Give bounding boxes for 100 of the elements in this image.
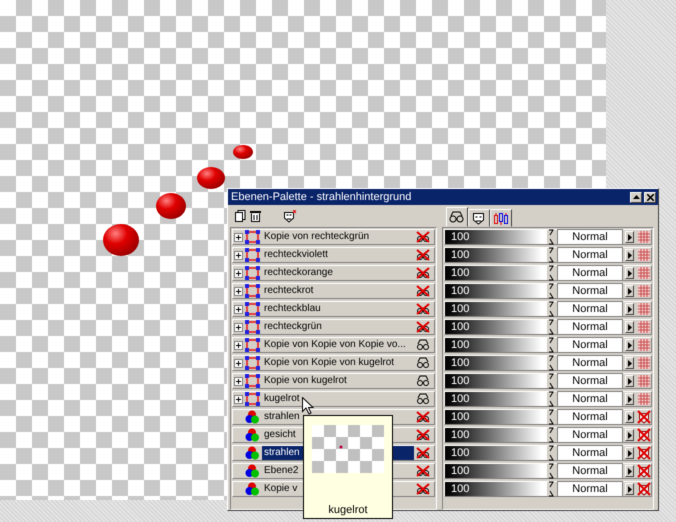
blend-mode-button[interactable] (625, 339, 634, 351)
hidden-icon[interactable] (416, 231, 430, 243)
expand-icon[interactable] (234, 286, 243, 296)
blend-mode-button[interactable] (625, 411, 634, 423)
spinner-icon[interactable] (547, 301, 555, 317)
opacity-slider[interactable]: 100 (445, 356, 547, 370)
blend-mode-field[interactable]: Normal (557, 427, 623, 443)
spinner-icon[interactable] (547, 229, 555, 245)
mask-off-icon[interactable] (637, 410, 651, 424)
expand-icon[interactable] (234, 268, 243, 278)
layer-row[interactable]: rechteckgrün (232, 319, 435, 335)
opacity-slider[interactable]: 100 (445, 266, 547, 280)
spinner-icon[interactable] (547, 409, 555, 425)
hidden-icon[interactable] (416, 321, 430, 333)
hidden-icon[interactable] (416, 411, 430, 423)
blend-mode-field[interactable]: Normal (557, 229, 623, 245)
blend-mode-field[interactable]: Normal (557, 391, 623, 407)
mask-off-icon[interactable] (637, 482, 651, 496)
blend-mode-button[interactable] (625, 285, 634, 297)
blend-mode-button[interactable] (625, 267, 634, 279)
expand-icon[interactable] (234, 250, 243, 260)
opacity-slider[interactable]: 100 (445, 284, 547, 298)
spinner-icon[interactable] (547, 373, 555, 389)
tab[interactable] (490, 209, 512, 227)
close-button[interactable] (644, 192, 656, 202)
hidden-icon[interactable] (416, 249, 430, 261)
opacity-slider[interactable]: 100 (445, 446, 547, 460)
hidden-icon[interactable] (416, 465, 430, 477)
opacity-slider[interactable]: 100 (445, 230, 547, 244)
opacity-slider[interactable]: 100 (445, 464, 547, 478)
spinner-icon[interactable] (547, 247, 555, 263)
blend-mode-button[interactable] (625, 249, 634, 261)
expand-icon[interactable] (234, 340, 243, 350)
opacity-slider[interactable]: 100 (445, 374, 547, 388)
opacity-slider[interactable]: 100 (445, 338, 547, 352)
expand-icon[interactable] (234, 304, 243, 314)
opacity-slider[interactable]: 100 (445, 248, 547, 262)
layer-row[interactable]: Kopie von rechteckgrün (232, 229, 435, 245)
expand-icon[interactable] (234, 322, 243, 332)
blend-mode-field[interactable]: Normal (557, 301, 623, 317)
layer-row[interactable]: rechteckorange (232, 265, 435, 281)
blend-mode-field[interactable]: Normal (557, 283, 623, 299)
blend-mode-field[interactable]: Normal (557, 265, 623, 281)
mask-off-icon[interactable] (637, 446, 651, 460)
blend-mode-button[interactable] (625, 231, 634, 243)
blend-mode-button[interactable] (625, 429, 634, 441)
spinner-icon[interactable] (547, 337, 555, 353)
blend-mode-button[interactable] (625, 447, 634, 459)
hidden-icon[interactable] (416, 267, 430, 279)
tab[interactable] (468, 209, 490, 227)
layer-row[interactable]: kugelrot (232, 391, 435, 407)
hidden-icon[interactable] (416, 483, 430, 495)
blend-mode-field[interactable]: Normal (557, 463, 623, 479)
blend-mode-field[interactable]: Normal (557, 409, 623, 425)
layer-row[interactable]: Kopie von Kopie von Kopie vo... (232, 337, 435, 353)
blend-mode-field[interactable]: Normal (557, 373, 623, 389)
opacity-slider[interactable]: 100 (445, 320, 547, 334)
mask-off-icon[interactable] (637, 464, 651, 478)
blend-mode-button[interactable] (625, 357, 634, 369)
opacity-slider[interactable]: 100 (445, 410, 547, 424)
spinner-icon[interactable] (547, 445, 555, 461)
blend-mode-field[interactable]: Normal (557, 445, 623, 461)
layer-row[interactable]: rechteckblau (232, 301, 435, 317)
layer-row[interactable]: rechteckrot (232, 283, 435, 299)
glasses-icon[interactable] (416, 339, 430, 351)
opacity-slider[interactable]: 100 (445, 392, 547, 406)
glasses-icon[interactable] (416, 393, 430, 405)
glasses-icon[interactable] (416, 357, 430, 369)
expand-icon[interactable] (234, 376, 243, 386)
blend-mode-field[interactable]: Normal (557, 319, 623, 335)
mask-icon[interactable] (283, 210, 297, 222)
collapse-button[interactable] (630, 192, 642, 202)
tab[interactable] (446, 207, 468, 227)
blend-mode-field[interactable]: Normal (557, 481, 623, 497)
spinner-icon[interactable] (547, 265, 555, 281)
spinner-icon[interactable] (547, 391, 555, 407)
hidden-icon[interactable] (416, 447, 430, 459)
blend-mode-field[interactable]: Normal (557, 337, 623, 353)
blend-mode-field[interactable]: Normal (557, 247, 623, 263)
spinner-icon[interactable] (547, 427, 555, 443)
layer-row[interactable]: Kopie von kugelrot (232, 373, 435, 389)
blend-mode-field[interactable]: Normal (557, 355, 623, 371)
opacity-slider[interactable]: 100 (445, 302, 547, 316)
layer-row[interactable]: rechteckviolett (232, 247, 435, 263)
spinner-icon[interactable] (547, 463, 555, 479)
blend-mode-button[interactable] (625, 393, 634, 405)
trash-icon[interactable] (250, 210, 261, 222)
mask-off-icon[interactable] (637, 428, 651, 442)
layer-row[interactable]: Kopie von Kopie von kugelrot (232, 355, 435, 371)
expand-icon[interactable] (234, 394, 243, 404)
spinner-icon[interactable] (547, 481, 555, 497)
blend-mode-button[interactable] (625, 321, 634, 333)
blend-mode-button[interactable] (625, 375, 634, 387)
blend-mode-button[interactable] (625, 483, 634, 495)
spinner-icon[interactable] (547, 319, 555, 335)
expand-icon[interactable] (234, 232, 243, 242)
blend-mode-button[interactable] (625, 303, 634, 315)
glasses-icon[interactable] (416, 375, 430, 387)
hidden-icon[interactable] (416, 285, 430, 297)
blend-mode-button[interactable] (625, 465, 634, 477)
